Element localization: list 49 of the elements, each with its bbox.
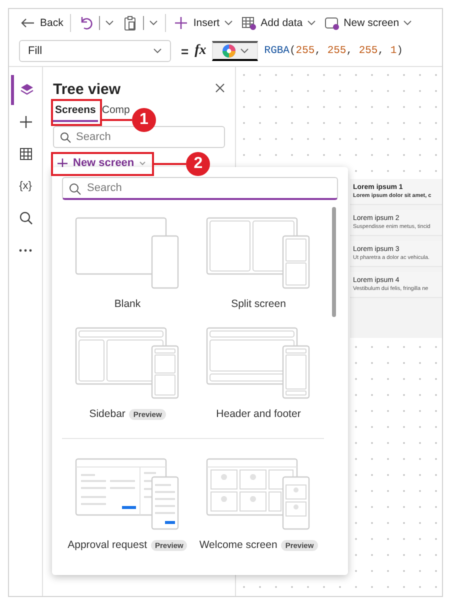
template-card[interactable]: Blank [62,214,193,324]
leader-line [102,119,132,121]
panel-title: Tree view [53,81,121,98]
step-number: 1 [132,108,156,132]
chevron-down-icon [240,48,250,54]
chevron-down-icon [139,160,146,166]
chevron-down-icon [105,20,114,26]
fx-label: fx [194,43,206,59]
plus-icon [173,14,190,30]
template-card[interactable]: Split screen [193,214,324,324]
scrollbar[interactable] [332,207,336,317]
property-dropdown[interactable]: Fill [19,40,171,62]
search-icon [18,210,34,226]
more-icon [19,248,32,252]
template-label: Sidebar [89,408,126,420]
plus-icon [57,158,68,168]
highlight-box [51,99,102,126]
arrow-left-button[interactable]: Back [17,12,66,32]
template-label: Header and footer [216,408,301,420]
tab[interactable]: Comp [100,101,132,122]
copilot-icon [221,43,238,59]
template-card[interactable]: Header and footer [193,324,324,434]
variables-button[interactable]: {x} [10,171,40,201]
chevron-down-icon [153,48,162,54]
plus-icon [18,114,34,130]
formula-text[interactable]: RGBA(255, 255, 255, 1) [264,45,403,57]
step-number: 2 [186,152,210,176]
leader-line [154,163,186,165]
search-field[interactable]: Search [62,177,338,200]
close-icon[interactable] [215,82,225,92]
screen-icon [324,14,340,30]
tab[interactable]: Screens [53,101,98,122]
clipboard-icon [122,14,138,30]
template-label: Welcome screen [199,539,278,551]
template-label: Split screen [231,298,286,310]
copilot-button[interactable] [212,41,258,61]
table-icon [18,146,34,162]
new-screen-button[interactable]: New screen [53,154,150,172]
template-label: Blank [114,298,141,310]
table-icon [240,14,257,30]
table-button[interactable]: Add data [238,12,319,32]
screen-button[interactable]: New screen [320,12,416,32]
search-icon [60,132,71,143]
equals-sign: = [181,44,189,58]
template-label: Approval request [68,539,148,551]
search-icon [69,183,81,195]
chevron-down-icon [149,20,158,26]
plus-button[interactable]: Insert [170,12,236,32]
search-field[interactable]: Search [53,126,225,148]
